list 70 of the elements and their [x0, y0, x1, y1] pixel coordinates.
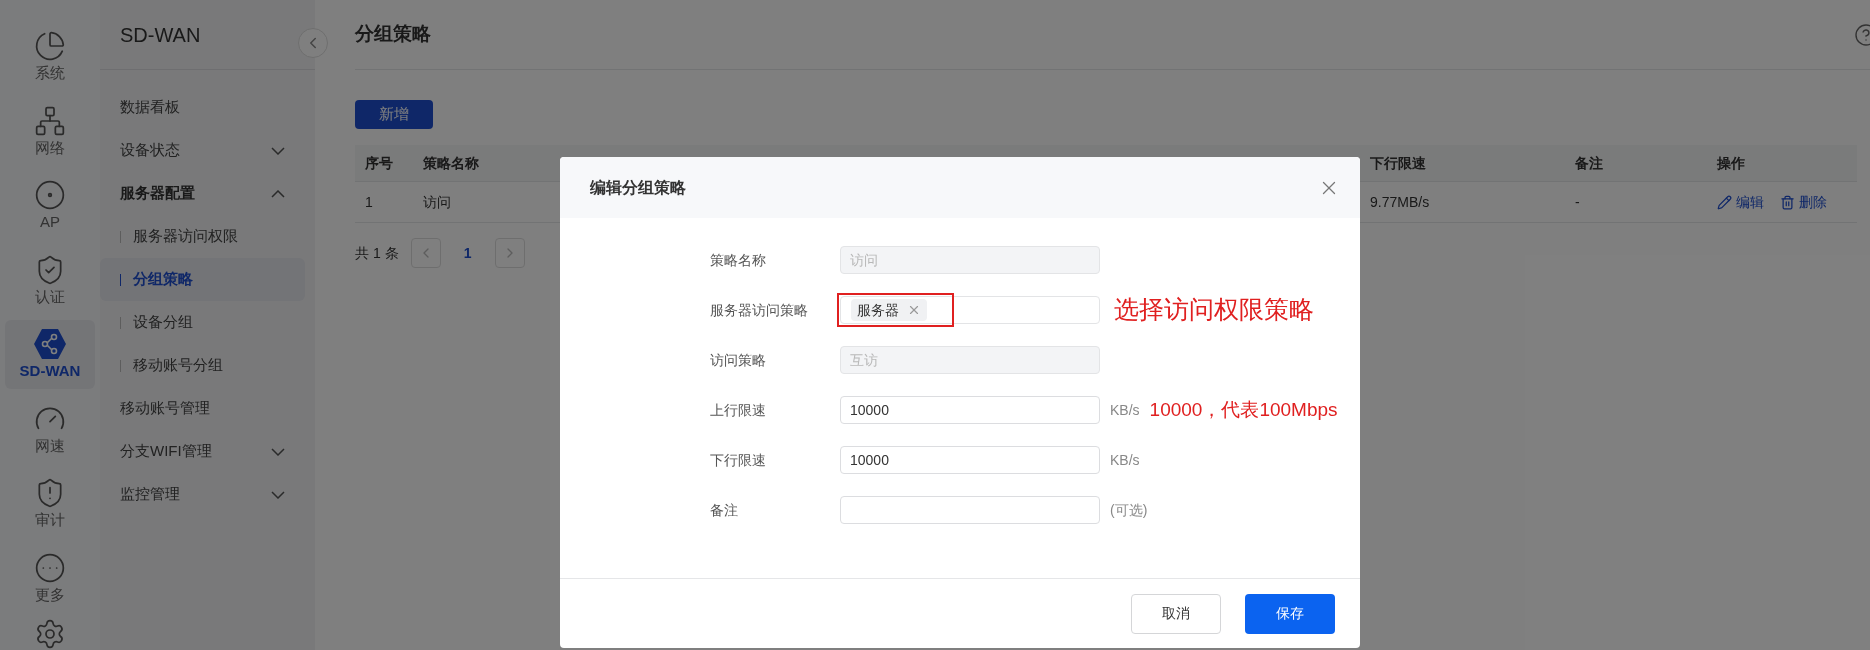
- pencil-icon: [1717, 194, 1732, 210]
- field-label: 服务器访问策略: [709, 300, 809, 320]
- unit-label: (可选): [1110, 500, 1148, 520]
- annotation-text: 选择访问权限策略: [1114, 294, 1314, 326]
- menu-item[interactable]: 监控管理: [100, 473, 305, 516]
- menu-item[interactable]: 服务器配置: [100, 172, 305, 215]
- tag: 服务器: [851, 299, 927, 321]
- page-button[interactable]: 1: [452, 238, 483, 268]
- column-header: 下行限速: [1370, 155, 1426, 171]
- rail-item[interactable]: AP: [5, 171, 95, 240]
- unit-label: KB/s: [1110, 450, 1140, 470]
- tag-select-field[interactable]: 服务器: [840, 296, 1100, 324]
- chevron-down-icon: [271, 490, 285, 499]
- field-label: 上行限速: [709, 400, 767, 420]
- disabled-field: 访问: [840, 246, 1100, 274]
- more-icon: [34, 551, 66, 584]
- rail-item[interactable]: 网速: [5, 394, 95, 463]
- hexagon-share-icon: [33, 328, 67, 361]
- annotation-text: 10000，代表100Mbps: [1149, 397, 1338, 422]
- chevron-down-icon: [271, 447, 285, 456]
- cancel-button[interactable]: 取消: [1131, 593, 1221, 634]
- menu-item[interactable]: 设备状态: [100, 129, 305, 172]
- page-title: 分组策略: [355, 22, 431, 47]
- input-field[interactable]: 10000: [840, 396, 1100, 424]
- input-field[interactable]: 10000: [840, 446, 1100, 474]
- column-header: 策略名称: [423, 155, 479, 171]
- next-page-button[interactable]: [494, 238, 525, 268]
- chevron-down-icon: [271, 146, 285, 155]
- sidebar-title: SD-WAN: [120, 22, 201, 48]
- table-cell: 访问: [423, 194, 451, 210]
- delete-link[interactable]: 删除: [1780, 191, 1827, 213]
- submenu-item[interactable]: 分组策略: [100, 258, 305, 301]
- trash-icon: [1780, 194, 1795, 210]
- submenu-item[interactable]: 服务器访问权限: [100, 215, 305, 258]
- total-count: 共 1 条: [355, 243, 399, 263]
- input-field[interactable]: [840, 496, 1100, 524]
- column-header: 备注: [1575, 155, 1603, 171]
- table-cell: 1: [365, 194, 373, 210]
- network-icon: [34, 104, 66, 137]
- add-button[interactable]: 新增: [355, 100, 433, 129]
- chevron-up-icon: [271, 189, 285, 198]
- field-label: 备注: [709, 500, 739, 520]
- previous-page-button[interactable]: [410, 238, 441, 268]
- column-header: 序号: [365, 155, 393, 171]
- table-cell: -: [1575, 194, 1580, 210]
- unit-label: KB/s: [1110, 400, 1140, 420]
- disabled-field: 互访: [840, 346, 1100, 374]
- rail-item[interactable]: SD-WAN: [5, 320, 95, 389]
- rail-item[interactable]: 审计: [5, 469, 95, 538]
- close-icon[interactable]: [907, 303, 921, 317]
- submenu-item[interactable]: 移动账号分组: [100, 344, 305, 387]
- table-cell: 9.77MB/s: [1370, 194, 1430, 210]
- column-header: 操作: [1717, 155, 1745, 171]
- field-label: 策略名称: [709, 250, 767, 270]
- menu-item[interactable]: 移动账号管理: [100, 387, 305, 430]
- field-label: 下行限速: [709, 450, 767, 470]
- settings-icon[interactable]: [34, 618, 66, 650]
- field-label: 访问策略: [709, 350, 767, 370]
- rail-item[interactable]: 认证: [5, 245, 95, 314]
- edit-link[interactable]: 编辑: [1717, 191, 1764, 213]
- access-point-icon: [34, 179, 66, 212]
- rail-item[interactable]: 更多: [5, 543, 95, 612]
- menu-item[interactable]: 数据看板: [100, 86, 305, 129]
- menu-item[interactable]: 分支WIFI管理: [100, 430, 305, 473]
- submenu-item[interactable]: 设备分组: [100, 301, 305, 344]
- rail-item[interactable]: 系统: [5, 22, 95, 91]
- dialog-title: 编辑分组策略: [590, 177, 686, 198]
- rail-item[interactable]: 网络: [5, 96, 95, 165]
- save-button[interactable]: 保存: [1245, 593, 1335, 634]
- pie-chart-icon: [34, 30, 66, 63]
